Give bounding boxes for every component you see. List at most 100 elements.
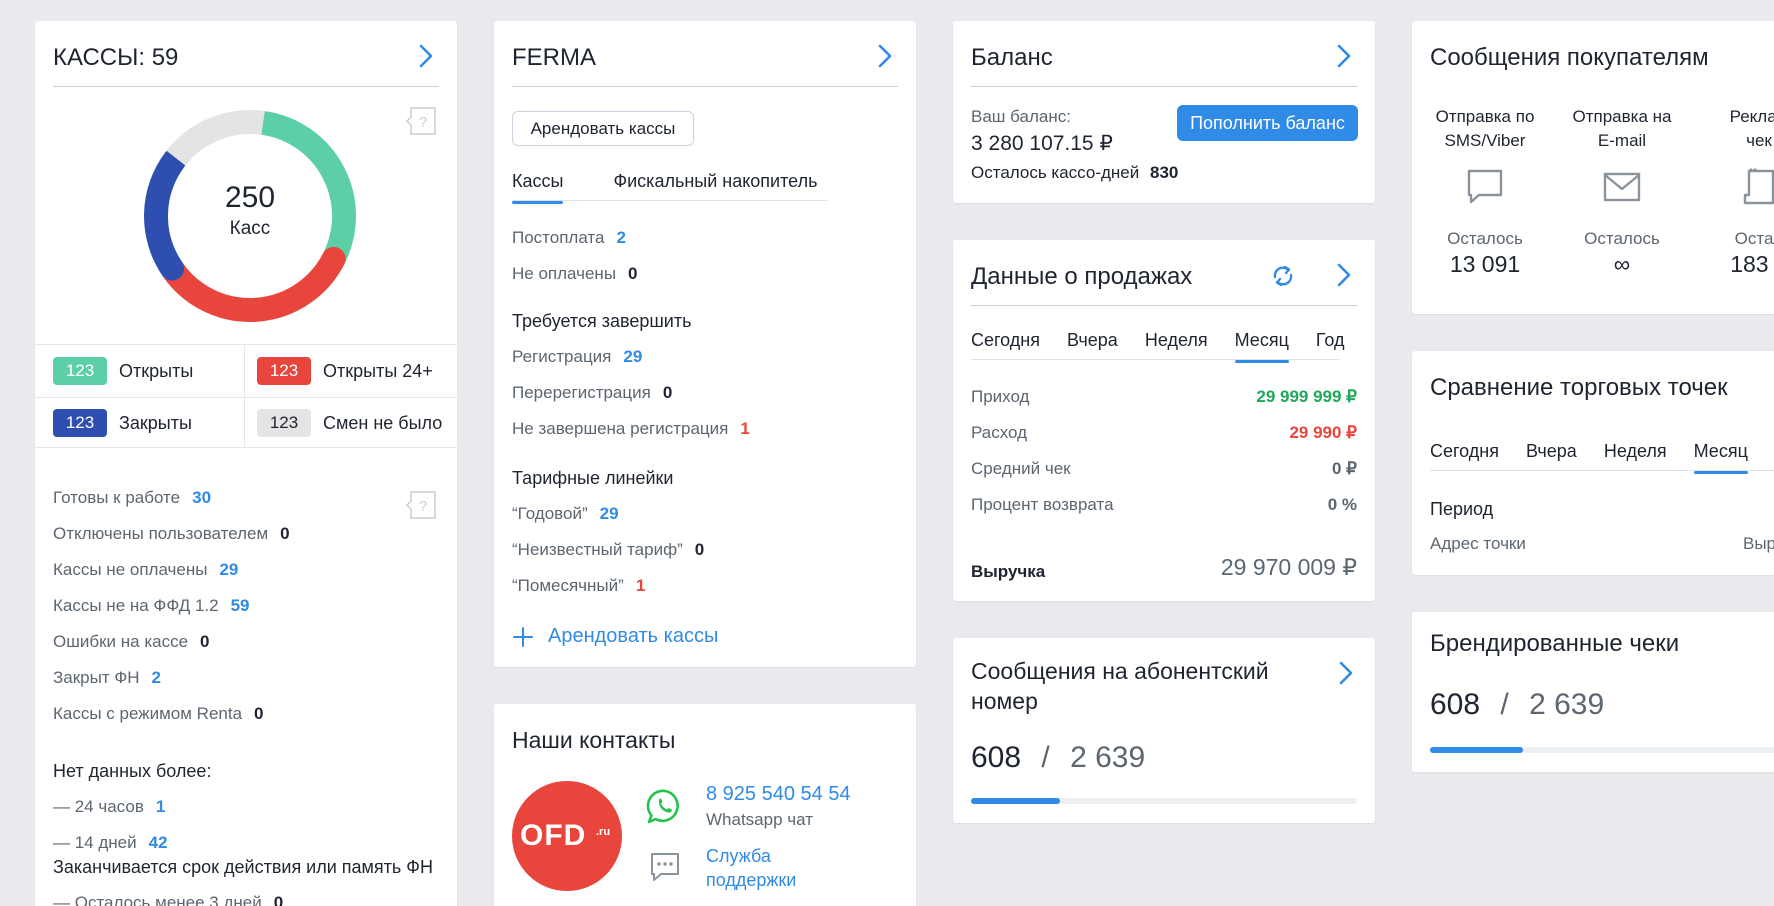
stat-label: “Годовой” (512, 504, 588, 523)
badge-open[interactable]: 123 Открыты (53, 357, 193, 385)
sales-row-label: Средний чек (971, 459, 1071, 478)
support-link[interactable]: Служба поддержки (706, 844, 796, 892)
badge-open-24[interactable]: 123 Открыты 24+ (257, 357, 433, 385)
stat-row[interactable]: Кассы не на ФФД 1.2 59 (53, 596, 250, 616)
ferma-card: FERMA Арендовать кассы Кассы Фискальный … (494, 21, 916, 667)
buyer-messages-card: Сообщения покупателям Отправка по SMS/Vib… (1412, 21, 1774, 314)
topup-button[interactable]: Пополнить баланс (1177, 105, 1358, 141)
branded-total: 2 639 (1529, 688, 1605, 721)
stat-value: 29 (599, 504, 619, 523)
stat-row[interactable]: “Помесячный” 1 (512, 576, 645, 596)
stat-row[interactable]: “Неизвестный тариф” 0 (512, 540, 704, 560)
compare-tab-3[interactable]: Месяц (1693, 441, 1749, 474)
compare-tab-2[interactable]: Неделя (1604, 441, 1667, 462)
subscriber-sep: / (1041, 741, 1050, 774)
sales-card: Данные о продажах Сегодня Вчера Неделя Меся… (953, 240, 1375, 601)
buyer-messages-header: Сообщения покупателям (1430, 21, 1774, 87)
donut-segment (166, 110, 265, 166)
sales-tab-3[interactable]: Месяц (1234, 330, 1290, 363)
badge-closed[interactable]: 123 Закрыты (53, 409, 192, 437)
badge-no-shifts[interactable]: 123 Смен не было (257, 409, 442, 437)
stat-value: 0 (200, 632, 210, 651)
help-icon[interactable]: ? (405, 106, 437, 138)
stat-label: — Осталось менее 3 дней (53, 893, 262, 906)
stat-row[interactable]: Перерегистрация 0 (512, 383, 672, 403)
sales-tab-1[interactable]: Вчера (1067, 330, 1118, 351)
branded-counter: 608 / 2 639 (1430, 688, 1604, 722)
branded-sep: / (1500, 688, 1509, 721)
stat-row[interactable]: Не оплачены 0 (512, 264, 638, 284)
buyer-col-title-line1: Отправка на (1572, 107, 1672, 126)
stat-row[interactable]: — 24 часов 1 (53, 797, 165, 817)
buyer-message-column[interactable]: Отправка по SMS/Viber Осталось 13 091 (1417, 105, 1553, 278)
ferma-tariff-heading: Тарифные линейки (512, 468, 674, 488)
subscriber-title: Сообщения на абонентский номер (971, 656, 1269, 716)
stat-value: 0 (273, 893, 284, 906)
chevron-right-icon[interactable] (1335, 660, 1357, 686)
sales-row-label: Процент возврата (971, 495, 1114, 514)
expire-heading: Заканчивается срок действия или память Ф… (53, 857, 433, 877)
buyer-col-title-line1: Отправка по (1435, 107, 1535, 126)
stat-row[interactable]: Не завершена регистрация 1 (512, 419, 750, 439)
subscriber-progress (971, 798, 1357, 804)
chevron-right-icon[interactable] (1333, 262, 1355, 288)
revenue-value: 29 970 009 ₽ (1220, 554, 1357, 580)
compare-tab-1[interactable]: Вчера (1526, 441, 1577, 462)
stat-row[interactable]: Кассы с режимом Renta 0 (53, 704, 264, 724)
compare-tab-0[interactable]: Сегодня (1430, 441, 1499, 462)
stat-row[interactable]: Закрыт ФН 2 (53, 668, 161, 688)
chevron-right-icon[interactable] (415, 43, 437, 69)
stat-label: — 24 часов (53, 797, 144, 816)
buyer-col-remain-value: ∞ (1613, 251, 1631, 277)
stat-row[interactable]: Ошибки на кассе 0 (53, 632, 210, 652)
chevron-right-icon[interactable] (874, 43, 896, 69)
stat-row[interactable]: Регистрация 29 (512, 347, 642, 367)
stat-value: 29 (623, 347, 643, 366)
stat-row[interactable]: — Осталось менее 3 дней 0 (53, 893, 283, 906)
sales-row-value: 29 999 999 ₽ (1256, 387, 1357, 406)
stat-row[interactable]: Постоплата 2 (512, 228, 626, 248)
subscriber-total: 2 639 (1070, 741, 1146, 774)
sales-tab-2[interactable]: Неделя (1145, 330, 1208, 351)
sales-tab-0[interactable]: Сегодня (971, 330, 1040, 351)
contacts-title: Наши контакты (512, 727, 676, 753)
badge-count: 123 (53, 409, 107, 437)
stat-row[interactable]: — 14 дней 42 (53, 833, 168, 853)
compare-tabs: СегодняВчераНеделяМесяцП (1430, 441, 1774, 474)
svg-text:?: ? (419, 498, 427, 515)
branded-progress (1430, 747, 1774, 753)
balance-card: Баланс Ваш баланс: 3 280 107.15 ₽ Пополн… (953, 21, 1375, 203)
days-row: Осталось кассо-дней 830 (971, 163, 1178, 183)
stat-value: 0 (280, 524, 290, 543)
donut-total: 250 (224, 181, 276, 214)
stat-row[interactable]: Кассы не оплачены 29 (53, 560, 238, 580)
stat-row[interactable]: “Годовой” 29 (512, 504, 619, 524)
buyer-message-column[interactable]: Отправка на E-mail Осталось ∞ (1554, 105, 1690, 278)
stat-label: “Неизвестный тариф” (512, 540, 683, 559)
stat-value: 1 (740, 419, 750, 438)
compare-period: Период (1430, 499, 1494, 519)
ferma-header: FERMA (512, 21, 898, 87)
refresh-icon[interactable] (1271, 264, 1295, 288)
buyer-message-column[interactable]: Реклам чек Остал 183 0 (1691, 105, 1774, 278)
stat-row[interactable]: Отключены пользователем 0 (53, 524, 290, 544)
compare-title: Сравнение торговых точек (1430, 374, 1728, 401)
sales-row: Средний чек 0 ₽ (971, 459, 1357, 479)
subscriber-used: 608 (971, 741, 1022, 774)
tab-kassy[interactable]: Кассы (512, 171, 564, 204)
stat-row[interactable]: Готовы к работе 30 (53, 488, 211, 508)
days-value: 830 (1149, 163, 1179, 182)
rent-kassy-link[interactable]: Арендовать кассы (512, 625, 718, 648)
badge-label: Смен не было (323, 412, 443, 433)
phone-link[interactable]: 8 925 540 54 54 (706, 783, 851, 806)
chevron-right-icon[interactable] (1333, 43, 1355, 69)
rent-kassy-button[interactable]: Арендовать кассы (512, 111, 694, 146)
stat-label: Регистрация (512, 347, 612, 366)
help-icon[interactable]: ? (405, 490, 437, 522)
sales-tab-4[interactable]: Год (1316, 330, 1345, 351)
compare-revenue-col: Выр (1743, 534, 1774, 553)
compare-address-col: Адрес точки (1430, 534, 1526, 553)
stat-value: 0 (254, 704, 264, 723)
tab-fiscal-storage[interactable]: Фискальный накопитель (613, 171, 817, 192)
donut-label: Касс (229, 218, 271, 239)
